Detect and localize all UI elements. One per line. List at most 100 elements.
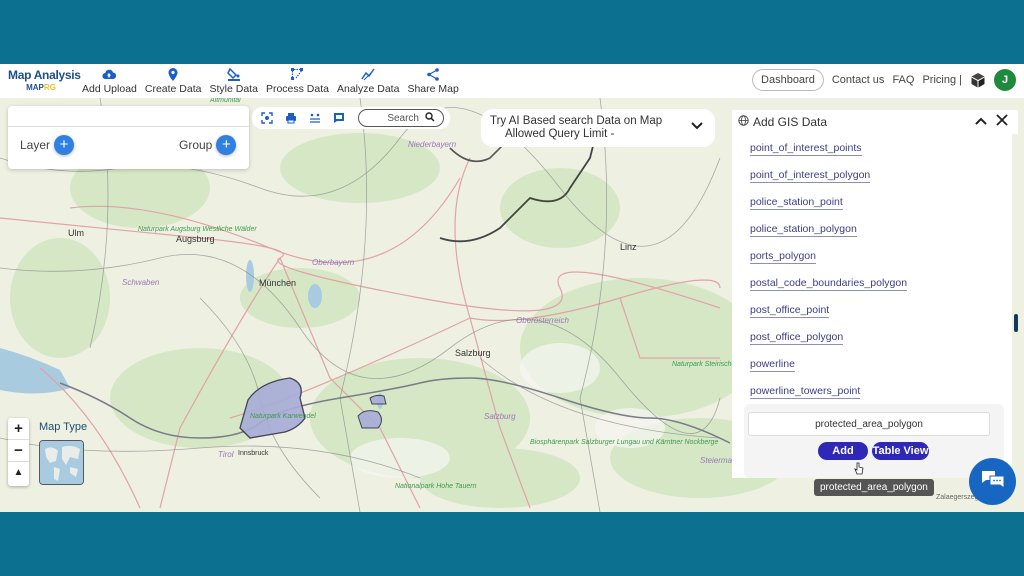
zoom-controls: + − ▲ [8, 418, 29, 486]
measure-icon[interactable] [308, 111, 322, 125]
map-type-thumbnail[interactable] [39, 440, 84, 485]
map-label: Linz [620, 242, 637, 252]
search-icon [425, 111, 435, 125]
divider [8, 126, 249, 127]
add-layer-button[interactable]: + [54, 135, 75, 155]
group-label: Group [179, 138, 213, 152]
map-label: Biosphärenpark Salzburger Lungau und Kär… [530, 439, 718, 446]
pricing-link[interactable]: Pricing | [922, 74, 962, 86]
contact-link[interactable]: Contact us [832, 74, 885, 86]
comment-icon[interactable] [332, 111, 346, 125]
map-label: Salzburg [455, 348, 491, 358]
dashboard-button[interactable]: Dashboard [752, 69, 824, 91]
nav-label: Process Data [265, 83, 329, 95]
gis-data-item[interactable]: police_station_point [750, 196, 843, 210]
map-type-label: Map Type [39, 421, 88, 433]
gis-data-item[interactable]: post_office_point [750, 304, 830, 318]
focus-icon[interactable] [260, 111, 274, 125]
add-group-button[interactable]: + [216, 135, 237, 155]
gis-data-item[interactable]: powerline [750, 358, 795, 372]
map-search-input[interactable]: Search [358, 109, 444, 127]
chat-support-button[interactable] [969, 458, 1016, 505]
panel-header: Add GIS Data [732, 110, 1018, 134]
map-label: Ulm [68, 228, 84, 238]
add-gis-data-panel: Add GIS Data point_of_interest_points po… [732, 110, 1018, 478]
map-label: Innsbruck [238, 450, 269, 457]
panel-scrollbar[interactable] [1014, 314, 1018, 332]
map-label: München [259, 278, 297, 288]
map-label: Augsburg [176, 234, 215, 244]
nav-share-map[interactable]: Share Map [403, 66, 462, 95]
app-window: Map Analysis MAPRG Add Upload Create Dat… [0, 64, 1024, 512]
panel-title: Add GIS Data [753, 115, 828, 129]
brand-title: Map Analysis [8, 68, 81, 82]
globe-icon [738, 115, 749, 129]
nav-label: Style Data [209, 83, 258, 95]
chevron-down-icon[interactable] [691, 119, 703, 133]
nav-process-data[interactable]: Process Data [262, 66, 333, 95]
cloud-upload-icon [101, 66, 117, 82]
nav-label: Create Data [144, 83, 202, 95]
top-navbar: Map Analysis MAPRG Add Upload Create Dat… [0, 64, 1024, 98]
nav-create-data[interactable]: Create Data [141, 66, 206, 95]
nav-label: Add Upload [82, 83, 137, 95]
nav-style-data[interactable]: Style Data [206, 66, 262, 95]
analyze-icon [360, 66, 376, 82]
nav-label: Share Map [407, 83, 459, 95]
map-label: Schwaben [122, 278, 160, 287]
chat-bubble-icon [981, 469, 1005, 494]
faq-link[interactable]: FAQ [892, 74, 914, 86]
gis-data-list: point_of_interest_points point_of_intere… [750, 142, 908, 412]
ai-query-limit: Allowed Query Limit - [505, 128, 615, 140]
map-label: Tirol [218, 450, 234, 459]
layer-panel: Layer + Group + [8, 106, 249, 169]
gis-data-item[interactable]: ports_polygon [750, 250, 816, 264]
zoom-out-button[interactable]: − [8, 440, 29, 462]
account-nav: Dashboard Contact us FAQ Pricing | J [752, 69, 1016, 91]
brand-subtitle: MAPRG [8, 83, 74, 92]
nav-add-upload[interactable]: Add Upload [78, 66, 141, 95]
reset-north-button[interactable]: ▲ [8, 462, 29, 484]
add-button[interactable]: Add [818, 442, 868, 460]
paint-bucket-icon [226, 66, 242, 82]
gis-data-list-container: point_of_interest_points point_of_intere… [732, 134, 1012, 478]
map-label: Oberbayern [312, 258, 355, 267]
map-label: Niederbayern [408, 140, 457, 149]
ai-search-title: Try AI Based search Data on Map [490, 115, 663, 127]
zoom-in-button[interactable]: + [8, 418, 29, 440]
nav-analyze-data[interactable]: Analyze Data [333, 66, 403, 95]
gis-data-item[interactable]: point_of_interest_polygon [750, 169, 871, 183]
main-nav: Add Upload Create Data Style Data Proces… [78, 66, 463, 95]
map-label: Oberösterreich [516, 316, 569, 325]
map-pin-icon [165, 66, 181, 82]
group-row: Group + [179, 135, 237, 155]
gis-data-item[interactable]: post_office_polygon [750, 331, 844, 345]
table-view-button[interactable]: Table View [872, 442, 929, 460]
user-avatar[interactable]: J [994, 69, 1016, 91]
map-label: Salzburg [484, 412, 516, 421]
layer-row: Layer + [20, 135, 75, 155]
map-label: Naturpark Augsburg Westliche Wälder [138, 225, 257, 234]
gis-data-item[interactable]: point_of_interest_points [750, 142, 862, 156]
logo-suffix: RG [43, 83, 56, 92]
layer-label: Layer [20, 138, 51, 152]
cube-icon[interactable] [970, 72, 986, 88]
gis-data-item[interactable]: postal_code_boundaries_polygon [750, 277, 908, 291]
print-icon[interactable] [284, 111, 298, 125]
share-icon [425, 66, 441, 82]
gis-data-item[interactable]: police_station_polygon [750, 223, 857, 237]
selected-dataset-box: protected_area_polygon Add Table View [744, 404, 1004, 478]
map-toolbar: Search [252, 107, 450, 129]
map-label: Nationalpark Hohe Tauern [395, 483, 477, 490]
nav-label: Analyze Data [336, 83, 400, 95]
gis-data-item[interactable]: powerline_towers_point [750, 385, 861, 399]
brand-logo[interactable]: Map Analysis MAPRG [8, 68, 81, 92]
ai-search-box[interactable]: Try AI Based search Data on Map Allowed … [481, 109, 715, 147]
map-label: Zalaegerszeg [936, 494, 979, 501]
close-icon[interactable] [996, 113, 1008, 129]
process-icon [289, 66, 305, 82]
search-placeholder: Search [387, 112, 419, 124]
selected-dataset-field[interactable]: protected_area_polygon [748, 412, 990, 436]
map-label: Naturpark Karwendel [250, 413, 316, 420]
collapse-icon[interactable] [975, 113, 987, 129]
